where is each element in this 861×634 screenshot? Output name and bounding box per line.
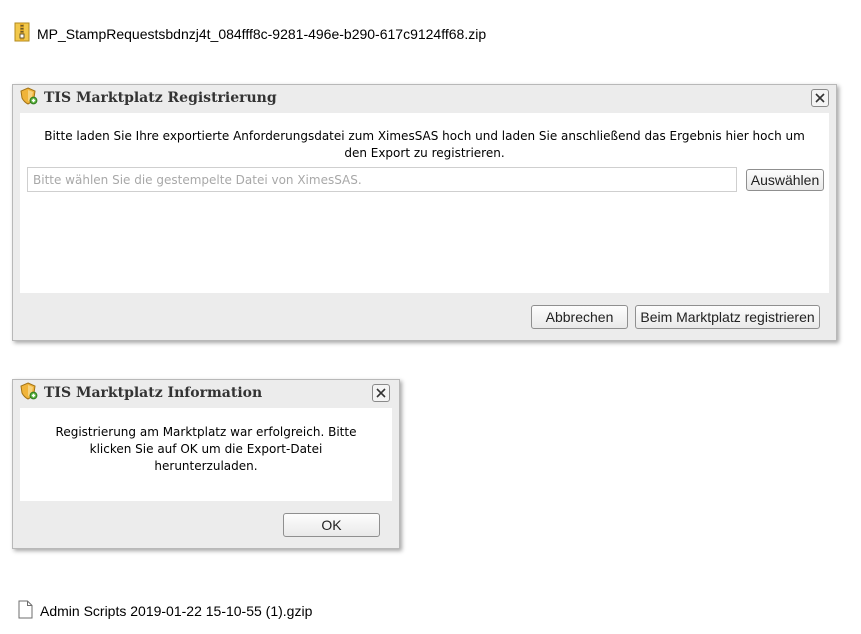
registration-dialog: TIS Marktplatz Registrierung Bitte laden…	[12, 84, 837, 341]
cancel-button[interactable]: Abbrechen	[531, 305, 628, 329]
information-dialog-body: Registrierung am Marktplatz war erfolgre…	[20, 408, 392, 501]
information-dialog-title: TIS Marktplatz Information	[44, 385, 263, 401]
choose-file-button[interactable]: Auswählen	[746, 169, 824, 191]
stamped-file-input[interactable]	[27, 167, 737, 192]
zip-file-entry[interactable]: MP_StampRequestsbdnzj4t_084fff8c-9281-49…	[14, 22, 486, 45]
information-close-button[interactable]	[372, 384, 390, 402]
registration-dialog-header[interactable]: TIS Marktplatz Registrierung	[13, 85, 836, 111]
zip-file-name: MP_StampRequestsbdnzj4t_084fff8c-9281-49…	[37, 25, 487, 42]
registration-dialog-body: Bitte laden Sie Ihre exportierte Anforde…	[20, 113, 829, 293]
ok-button[interactable]: OK	[283, 513, 380, 537]
close-icon	[815, 93, 825, 103]
document-file-icon	[18, 600, 33, 622]
registration-message: Bitte laden Sie Ihre exportierte Anforde…	[44, 129, 805, 160]
close-icon	[376, 388, 386, 398]
registration-close-button[interactable]	[811, 89, 829, 107]
information-dialog: TIS Marktplatz Information Registrierung…	[12, 379, 400, 549]
register-marketplace-button[interactable]: Beim Marktplatz registrieren	[635, 305, 820, 329]
zip-file-icon	[14, 22, 30, 45]
gzip-file-name: Admin Scripts 2019-01-22 15-10-55 (1).gz…	[40, 603, 313, 619]
gzip-file-entry[interactable]: Admin Scripts 2019-01-22 15-10-55 (1).gz…	[18, 600, 312, 622]
information-dialog-header[interactable]: TIS Marktplatz Information	[13, 380, 399, 406]
shield-app-icon	[18, 381, 38, 405]
shield-app-icon	[18, 86, 38, 110]
information-message: Registrierung am Marktplatz war erfolgre…	[55, 425, 357, 473]
registration-dialog-title: TIS Marktplatz Registrierung	[44, 90, 277, 106]
